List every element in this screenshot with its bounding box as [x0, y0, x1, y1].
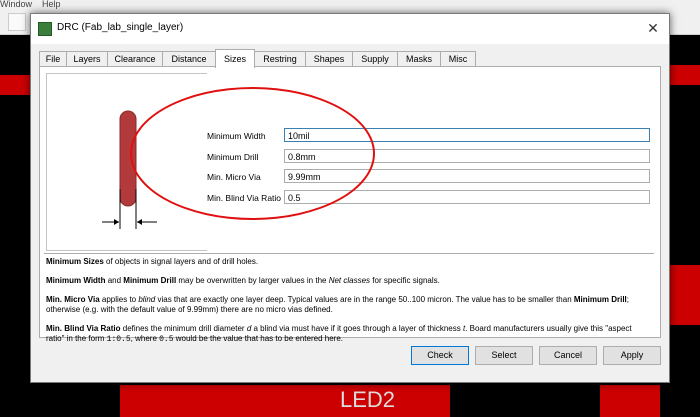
arrow-head-icon [137, 219, 142, 225]
help-text: Minimum Sizes of objects in signal layer… [46, 257, 652, 354]
pcb-label: LED2 [340, 387, 396, 412]
arrow-head-icon [114, 219, 119, 225]
tab-bar: File Layers Clearance Distance Sizes Res… [39, 49, 659, 68]
tab-clearance[interactable]: Clearance [107, 51, 163, 67]
tab-sizes[interactable]: Sizes [215, 49, 255, 68]
cancel-button[interactable]: Cancel [539, 346, 597, 365]
tab-layers[interactable]: Layers [66, 51, 108, 67]
help-paragraph: Minimum Sizes of objects in signal layer… [46, 257, 259, 266]
tab-file[interactable]: File [39, 51, 67, 67]
pcb-trace [600, 385, 660, 417]
pcb-trace [120, 385, 450, 417]
tab-restring[interactable]: Restring [254, 51, 306, 67]
pcb-trace [668, 65, 700, 85]
divider [44, 253, 654, 254]
close-icon[interactable]: ✕ [643, 19, 663, 37]
tab-distance[interactable]: Distance [162, 51, 216, 67]
menu-bar: Window Help [0, 0, 700, 10]
pcb-trace [668, 265, 700, 325]
menu-help[interactable]: Help [42, 0, 61, 9]
tab-misc[interactable]: Misc [440, 51, 476, 67]
drc-dialog: DRC (Fab_lab_single_layer) ✕ File Layers… [30, 13, 670, 383]
help-paragraph: Min. Micro Via applies to blind vias tha… [46, 295, 629, 314]
check-button[interactable]: Check [411, 346, 469, 365]
select-button[interactable]: Select [475, 346, 533, 365]
tab-supply[interactable]: Supply [352, 51, 398, 67]
sizes-panel: Minimum Width 10mil Minimum Drill 0.8mm … [39, 66, 661, 344]
annotation-ellipse [130, 87, 375, 220]
pcb-trace [0, 75, 30, 95]
help-paragraph: Min. Blind Via Ratio defines the minimum… [46, 324, 632, 344]
apply-button[interactable]: Apply [603, 346, 661, 365]
menu-window[interactable]: Window [0, 0, 32, 9]
app-icon [38, 22, 52, 36]
title-bar: DRC (Fab_lab_single_layer) ✕ [31, 14, 669, 44]
back-icon[interactable] [8, 13, 26, 31]
dialog-title: DRC (Fab_lab_single_layer) [57, 22, 184, 33]
tab-masks[interactable]: Masks [397, 51, 441, 67]
help-paragraph: Minimum Width and Minimum Drill may be o… [46, 276, 440, 285]
tab-shapes[interactable]: Shapes [305, 51, 353, 67]
